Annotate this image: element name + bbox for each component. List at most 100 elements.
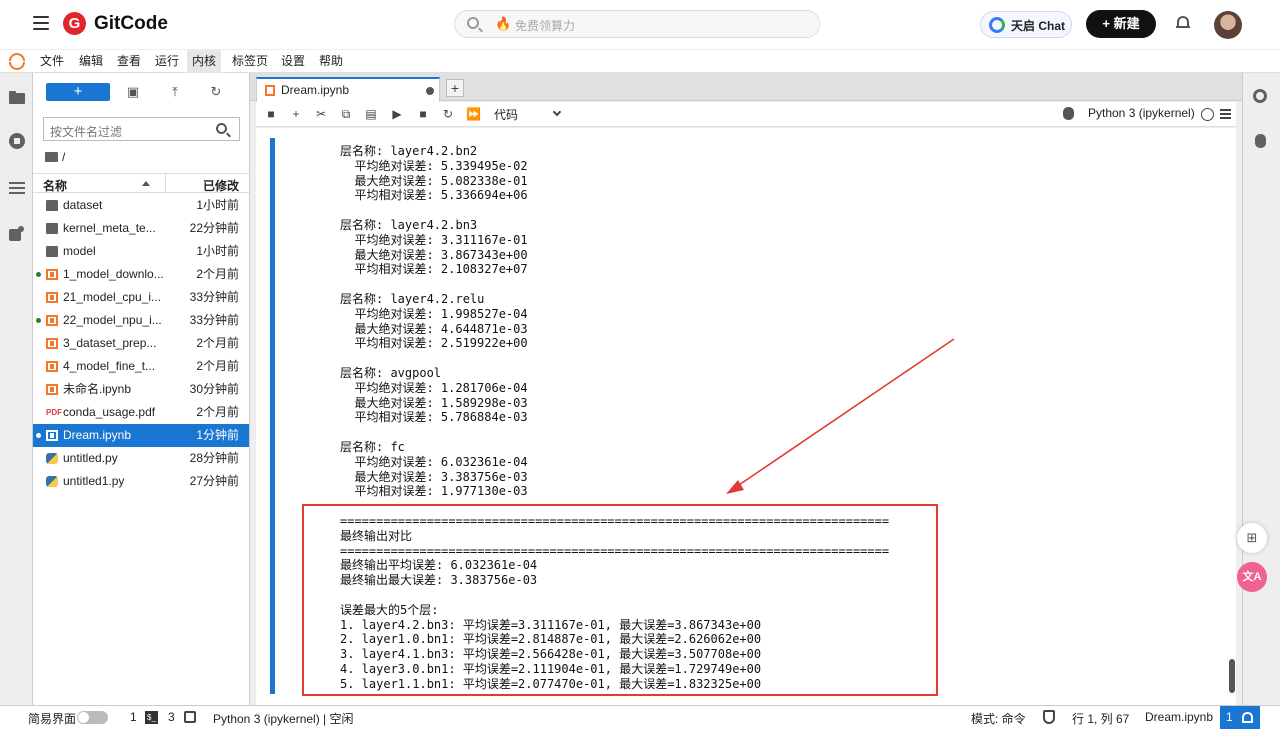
- file-name: dataset: [63, 198, 103, 212]
- gitcode-logo-icon[interactable]: G: [63, 12, 86, 35]
- insert-cell-icon[interactable]: +: [289, 107, 303, 121]
- new-folder-icon[interactable]: ▣: [125, 84, 141, 100]
- file-modified-time: 33分钟前: [189, 313, 239, 327]
- file-modified-time: 1小时前: [196, 244, 239, 258]
- paste-icon[interactable]: ▤: [364, 107, 378, 121]
- file-name: 4_model_fine_t...: [63, 359, 156, 373]
- terminal-count[interactable]: 1: [130, 710, 137, 724]
- file-filter-input[interactable]: 按文件名过滤: [43, 117, 240, 141]
- user-avatar[interactable]: [1214, 11, 1242, 39]
- new-button[interactable]: + 新建: [1086, 10, 1156, 38]
- simple-mode-toggle[interactable]: [77, 711, 108, 724]
- notifications-button[interactable]: 1: [1220, 706, 1260, 729]
- notebook-content[interactable]: 层名称: layer4.2.bn2 平均绝对误差: 5.339495e-02 最…: [256, 128, 1236, 705]
- menu-run[interactable]: 运行: [150, 50, 184, 73]
- file-row[interactable]: PDF conda_usage.pdf 2个月前: [33, 401, 249, 424]
- file-row[interactable]: untitled1.py 27分钟前: [33, 470, 249, 493]
- file-name: 22_model_npu_i...: [63, 313, 162, 327]
- search-placeholder: 免费领算力: [515, 19, 576, 33]
- notebook-icon: [46, 430, 58, 441]
- restart-kernel-icon[interactable]: ↻: [441, 107, 455, 121]
- run-cell-icon[interactable]: ▶: [390, 107, 404, 121]
- file-browser-folder-icon[interactable]: [9, 89, 25, 105]
- cell-type-select[interactable]: 代码: [494, 106, 562, 123]
- tab-dream-notebook[interactable]: Dream.ipynb: [256, 77, 440, 102]
- file-modified-time: 33分钟前: [189, 290, 239, 304]
- folder-icon: [46, 200, 58, 211]
- file-row[interactable]: 3_dataset_prep... 2个月前: [33, 332, 249, 355]
- menu-kernel[interactable]: 内核: [187, 50, 222, 73]
- upload-icon[interactable]: ⤒: [167, 84, 183, 100]
- notebook-icon: [46, 338, 58, 349]
- new-tab-button[interactable]: +: [446, 79, 464, 97]
- copy-icon[interactable]: ⧉: [339, 107, 353, 121]
- debugger-bug-icon[interactable]: [1255, 134, 1266, 148]
- notification-bell-icon[interactable]: [1176, 16, 1190, 30]
- trusted-shield-icon[interactable]: [1043, 710, 1055, 724]
- floating-grid-icon[interactable]: ⊞: [1237, 523, 1267, 553]
- kernel-chip-icon[interactable]: [184, 711, 196, 723]
- scrollbar-thumb[interactable]: [1229, 659, 1235, 693]
- file-row[interactable]: model 1小时前: [33, 240, 249, 263]
- file-row[interactable]: 4_model_fine_t... 2个月前: [33, 355, 249, 378]
- left-activity-bar: [0, 73, 33, 705]
- fire-icon: 🔥: [495, 16, 512, 31]
- hamburger-menu-icon[interactable]: [33, 16, 49, 30]
- file-row[interactable]: 未命名.ipynb 30分钟前: [33, 378, 249, 401]
- menu-view[interactable]: 查看: [112, 50, 146, 73]
- file-name: conda_usage.pdf: [63, 405, 156, 419]
- cut-icon[interactable]: ✂: [314, 107, 328, 121]
- kernel-status-text[interactable]: Python 3 (ipykernel) | 空闲: [213, 710, 354, 727]
- column-name-header[interactable]: 名称: [43, 177, 67, 194]
- kernel-menu-icon[interactable]: [1220, 109, 1231, 119]
- file-browser-panel: + ▣ ⤒ ↻ 按文件名过滤 / 名称 已修改 dataset 1小时前 kerne…: [33, 73, 250, 705]
- folder-icon: [46, 246, 58, 257]
- file-name: 未命名.ipynb: [63, 382, 132, 396]
- menu-bar: 文件 编辑 查看 运行 内核 标签页 设置 帮助: [0, 50, 1280, 73]
- file-row[interactable]: 21_model_cpu_i... 33分钟前: [33, 286, 249, 309]
- stop-kernel-icon[interactable]: ■: [416, 107, 430, 121]
- extension-puzzle-icon[interactable]: [9, 226, 25, 242]
- annotation-arrow: [726, 338, 955, 494]
- file-row[interactable]: untitled.py 28分钟前: [33, 447, 249, 470]
- running-kernels-icon[interactable]: [9, 133, 25, 149]
- save-icon[interactable]: ■: [264, 107, 278, 121]
- file-modified-time: 1小时前: [196, 198, 239, 212]
- refresh-icon[interactable]: ↻: [208, 84, 224, 100]
- file-row[interactable]: dataset 1小时前: [33, 194, 249, 217]
- file-modified-time: 1分钟前: [196, 428, 239, 442]
- file-modified-time: 2个月前: [196, 359, 239, 373]
- file-row[interactable]: Dream.ipynb 1分钟前: [33, 424, 249, 447]
- breadcrumb[interactable]: /: [45, 150, 65, 166]
- column-modified-header[interactable]: 已修改: [203, 177, 239, 194]
- brand-name[interactable]: GitCode: [94, 13, 168, 35]
- cursor-position[interactable]: 行 1, 列 67: [1072, 710, 1129, 727]
- file-modified-time: 28分钟前: [189, 451, 239, 465]
- file-row[interactable]: 22_model_npu_i... 33分钟前: [33, 309, 249, 332]
- file-list: dataset 1小时前 kernel_meta_te... 22分钟前 model 1小…: [33, 194, 249, 493]
- file-row[interactable]: 1_model_downlo... 2个月前: [33, 263, 249, 286]
- kernel-name[interactable]: Python 3 (ipykernel): [1088, 106, 1195, 120]
- search-input[interactable]: 🔥 免费领算力: [454, 10, 820, 38]
- status-bar: 简易界面 1 $_ 3 Python 3 (ipykernel) | 空闲 模式…: [0, 705, 1280, 729]
- breadcrumb-path: /: [62, 150, 66, 164]
- property-inspector-gear-icon[interactable]: [1253, 89, 1267, 103]
- file-row[interactable]: kernel_meta_te... 22分钟前: [33, 217, 249, 240]
- menu-settings[interactable]: 设置: [276, 50, 310, 73]
- floating-translate-icon[interactable]: 文A: [1237, 562, 1267, 592]
- file-name: 21_model_cpu_i...: [63, 290, 162, 304]
- debugger-bug-icon[interactable]: [1063, 107, 1074, 120]
- terminal-icon[interactable]: $_: [145, 711, 158, 724]
- kernel-count[interactable]: 3: [168, 710, 175, 724]
- tab-bar: Dream.ipynb +: [250, 73, 1242, 102]
- chat-button[interactable]: 天启 Chat: [980, 11, 1072, 38]
- new-launcher-button[interactable]: +: [46, 83, 110, 101]
- run-all-icon[interactable]: ⏩: [466, 107, 481, 121]
- notebook-icon: [46, 269, 58, 280]
- menu-tabs[interactable]: 标签页: [227, 50, 273, 73]
- unsaved-dot-icon[interactable]: [426, 87, 434, 95]
- menu-help[interactable]: 帮助: [314, 50, 348, 73]
- menu-file[interactable]: 文件: [35, 50, 69, 73]
- table-of-contents-icon[interactable]: [9, 180, 25, 196]
- menu-edit[interactable]: 编辑: [74, 50, 108, 73]
